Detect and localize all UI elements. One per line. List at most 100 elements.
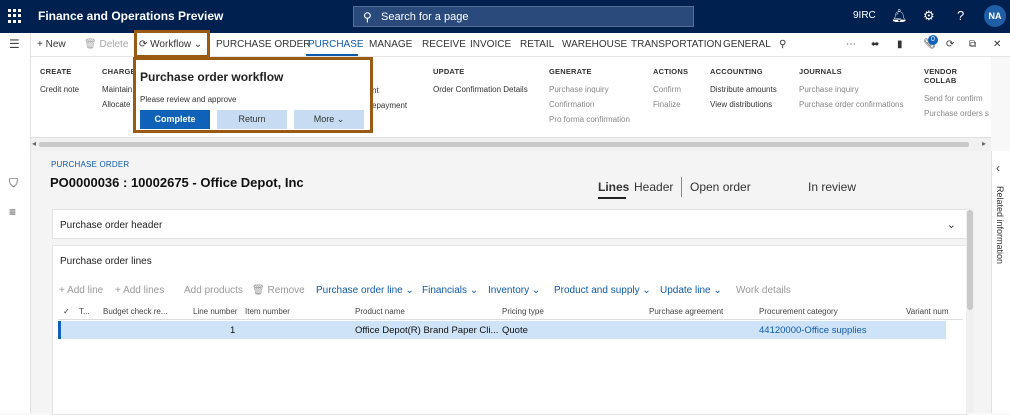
- help-icon[interactable]: ?: [957, 8, 964, 23]
- finalize-button[interactable]: Finalize: [653, 100, 688, 109]
- list-icon[interactable]: ≡: [9, 205, 16, 219]
- ribbon-group-actions: ACTIONS Confirm Finalize: [653, 67, 688, 115]
- column-header[interactable]: Budget check re...: [103, 307, 167, 316]
- more-label: More: [313, 114, 335, 124]
- product-name-cell[interactable]: Office Depot(R) Brand Paper Cli...: [355, 325, 498, 336]
- select-all-checkbox[interactable]: ✓: [63, 307, 70, 316]
- journals-purchase-inquiry-button[interactable]: Purchase inquiry: [799, 85, 904, 94]
- divider: [681, 177, 682, 197]
- delete-button[interactable]: 🗑︎ Delete: [84, 39, 128, 50]
- add-line-button[interactable]: + Add line: [59, 285, 103, 296]
- ribbon-group-accounting: ACCOUNTING Distribute amounts View distr…: [710, 67, 777, 115]
- financials-menu[interactable]: Financials ⌄: [422, 285, 478, 296]
- purchase-order-confirmations-button[interactable]: Purchase order confirmations: [799, 100, 904, 109]
- refresh-icon[interactable]: ⟳: [946, 39, 954, 50]
- ribbon-group-create: CREATE Credit note: [40, 67, 79, 100]
- scrollbar-thumb[interactable]: [39, 142, 969, 147]
- table-row[interactable]: 1 Office Depot(R) Brand Paper Cli... Quo…: [58, 321, 946, 339]
- search-placeholder: Search for a page: [381, 11, 469, 23]
- column-header[interactable]: Product name: [355, 307, 405, 316]
- chevron-left-icon[interactable]: ‹: [996, 161, 1000, 175]
- work-details-button[interactable]: Work details: [736, 285, 791, 296]
- update-line-menu[interactable]: Update line ⌄: [660, 285, 722, 296]
- tab-lines[interactable]: Lines: [598, 180, 629, 194]
- link-icon[interactable]: ⬌: [871, 39, 879, 50]
- more-button[interactable]: More ⌄: [294, 110, 364, 129]
- tab-receive[interactable]: RECEIVE: [422, 39, 466, 50]
- return-button[interactable]: Return: [217, 110, 287, 129]
- action-search-icon[interactable]: ⚲: [779, 39, 786, 50]
- view-distributions-button[interactable]: View distributions: [710, 100, 777, 109]
- scroll-left-icon[interactable]: ◂: [32, 139, 36, 148]
- purchase-order-line-menu[interactable]: Purchase order line ⌄: [316, 285, 414, 296]
- generate-purchase-inquiry-button[interactable]: Purchase inquiry: [549, 85, 630, 94]
- attachment-count-badge: 0: [928, 35, 938, 45]
- purchase-order-header-section[interactable]: Purchase order header ⌄: [52, 209, 967, 239]
- tab-purchase-order[interactable]: PURCHASE ORDER: [216, 39, 310, 50]
- product-and-supply-menu[interactable]: Product and supply ⌄: [554, 285, 651, 296]
- tab-warehouse[interactable]: WAREHOUSE: [562, 39, 627, 50]
- group-title: VENDOR COLLAB: [924, 67, 958, 85]
- user-avatar[interactable]: NA: [984, 5, 1006, 27]
- tab-purchase[interactable]: PURCHASE: [308, 39, 364, 50]
- line-number-cell[interactable]: 1: [230, 325, 235, 336]
- breadcrumb[interactable]: PURCHASE ORDER: [51, 160, 129, 169]
- ribbon-group-vendor-collaboration: VENDOR COLLAB Send for confirm Purchase …: [924, 67, 991, 124]
- column-header[interactable]: Item number: [245, 307, 290, 316]
- office-icon[interactable]: ▮: [897, 39, 903, 50]
- remove-button[interactable]: 🗑︎ Remove: [252, 285, 305, 296]
- page-title: PO0000036 : 10002675 - Office Depot, Inc: [50, 175, 304, 190]
- complete-button[interactable]: Complete: [140, 110, 210, 129]
- column-header[interactable]: Pricing type: [502, 307, 544, 316]
- app-launcher-icon[interactable]: [8, 9, 22, 23]
- send-for-confirmation-button[interactable]: Send for confirm: [924, 94, 991, 103]
- tab-transportation[interactable]: TRANSPORTATION: [631, 39, 722, 50]
- menu-label: Inventory: [488, 285, 530, 296]
- confirm-button[interactable]: Confirm: [653, 85, 688, 94]
- scrollbar-thumb[interactable]: [967, 210, 973, 310]
- scroll-right-icon[interactable]: ▸: [982, 139, 986, 148]
- inventory-menu[interactable]: Inventory ⌄: [488, 285, 540, 296]
- content-scrollbar[interactable]: [966, 208, 974, 413]
- filter-icon[interactable]: ⛉: [9, 176, 18, 191]
- hamburger-menu-icon[interactable]: ☰: [9, 37, 20, 51]
- partial-item-1[interactable]: nt: [372, 86, 407, 95]
- tab-header[interactable]: Header: [634, 180, 673, 194]
- tab-invoice[interactable]: INVOICE: [470, 39, 511, 50]
- more-options-icon[interactable]: ⋯: [846, 39, 856, 50]
- partial-item-2[interactable]: epayment: [372, 101, 407, 110]
- group-title: ACCOUNTING: [710, 67, 763, 76]
- column-header[interactable]: T...: [79, 307, 90, 316]
- procurement-category-link[interactable]: 44120000-Office supplies: [759, 325, 867, 336]
- search-icon: ⚲: [363, 10, 372, 24]
- new-button[interactable]: + New: [37, 39, 66, 50]
- bell-icon[interactable]: 🔔︎: [891, 8, 908, 24]
- column-header[interactable]: Line number: [193, 307, 237, 316]
- column-header[interactable]: Procurement category: [759, 307, 838, 316]
- chevron-down-icon[interactable]: ⌄: [947, 218, 956, 231]
- order-confirmation-details-button[interactable]: Order Confirmation Details: [433, 85, 528, 94]
- distribute-amounts-button[interactable]: Distribute amounts: [710, 85, 777, 94]
- pricing-type-cell[interactable]: Quote: [502, 325, 528, 336]
- column-header[interactable]: Variant num: [906, 307, 949, 316]
- group-title: UPDATE: [433, 67, 465, 76]
- tab-general[interactable]: GENERAL: [723, 39, 771, 50]
- company-picker[interactable]: 9IRC: [853, 10, 876, 21]
- column-header[interactable]: Purchase agreement: [649, 307, 723, 316]
- group-title: ACTIONS: [653, 67, 689, 76]
- open-new-window-icon[interactable]: ⧉: [969, 39, 976, 50]
- related-information-pane[interactable]: ‹ Related information: [991, 151, 1010, 413]
- pro-forma-confirmation-button[interactable]: Pro forma confirmation: [549, 115, 630, 124]
- remove-label: Remove: [267, 285, 305, 296]
- tab-retail[interactable]: RETAIL: [520, 39, 554, 50]
- add-products-button[interactable]: Add products: [184, 285, 243, 296]
- purchase-orders-button[interactable]: Purchase orders s: [924, 109, 991, 118]
- generate-confirmation-button[interactable]: Confirmation: [549, 100, 630, 109]
- close-icon[interactable]: ✕: [993, 39, 1001, 50]
- tab-manage[interactable]: MANAGE: [369, 39, 412, 50]
- ribbon-scrollbar[interactable]: ◂ ▸: [31, 137, 991, 151]
- add-lines-button[interactable]: + Add lines: [115, 285, 164, 296]
- gear-icon[interactable]: ⚙: [923, 8, 935, 24]
- search-box[interactable]: ⚲ Search for a page: [353, 6, 694, 27]
- credit-note-button[interactable]: Credit note: [40, 85, 79, 94]
